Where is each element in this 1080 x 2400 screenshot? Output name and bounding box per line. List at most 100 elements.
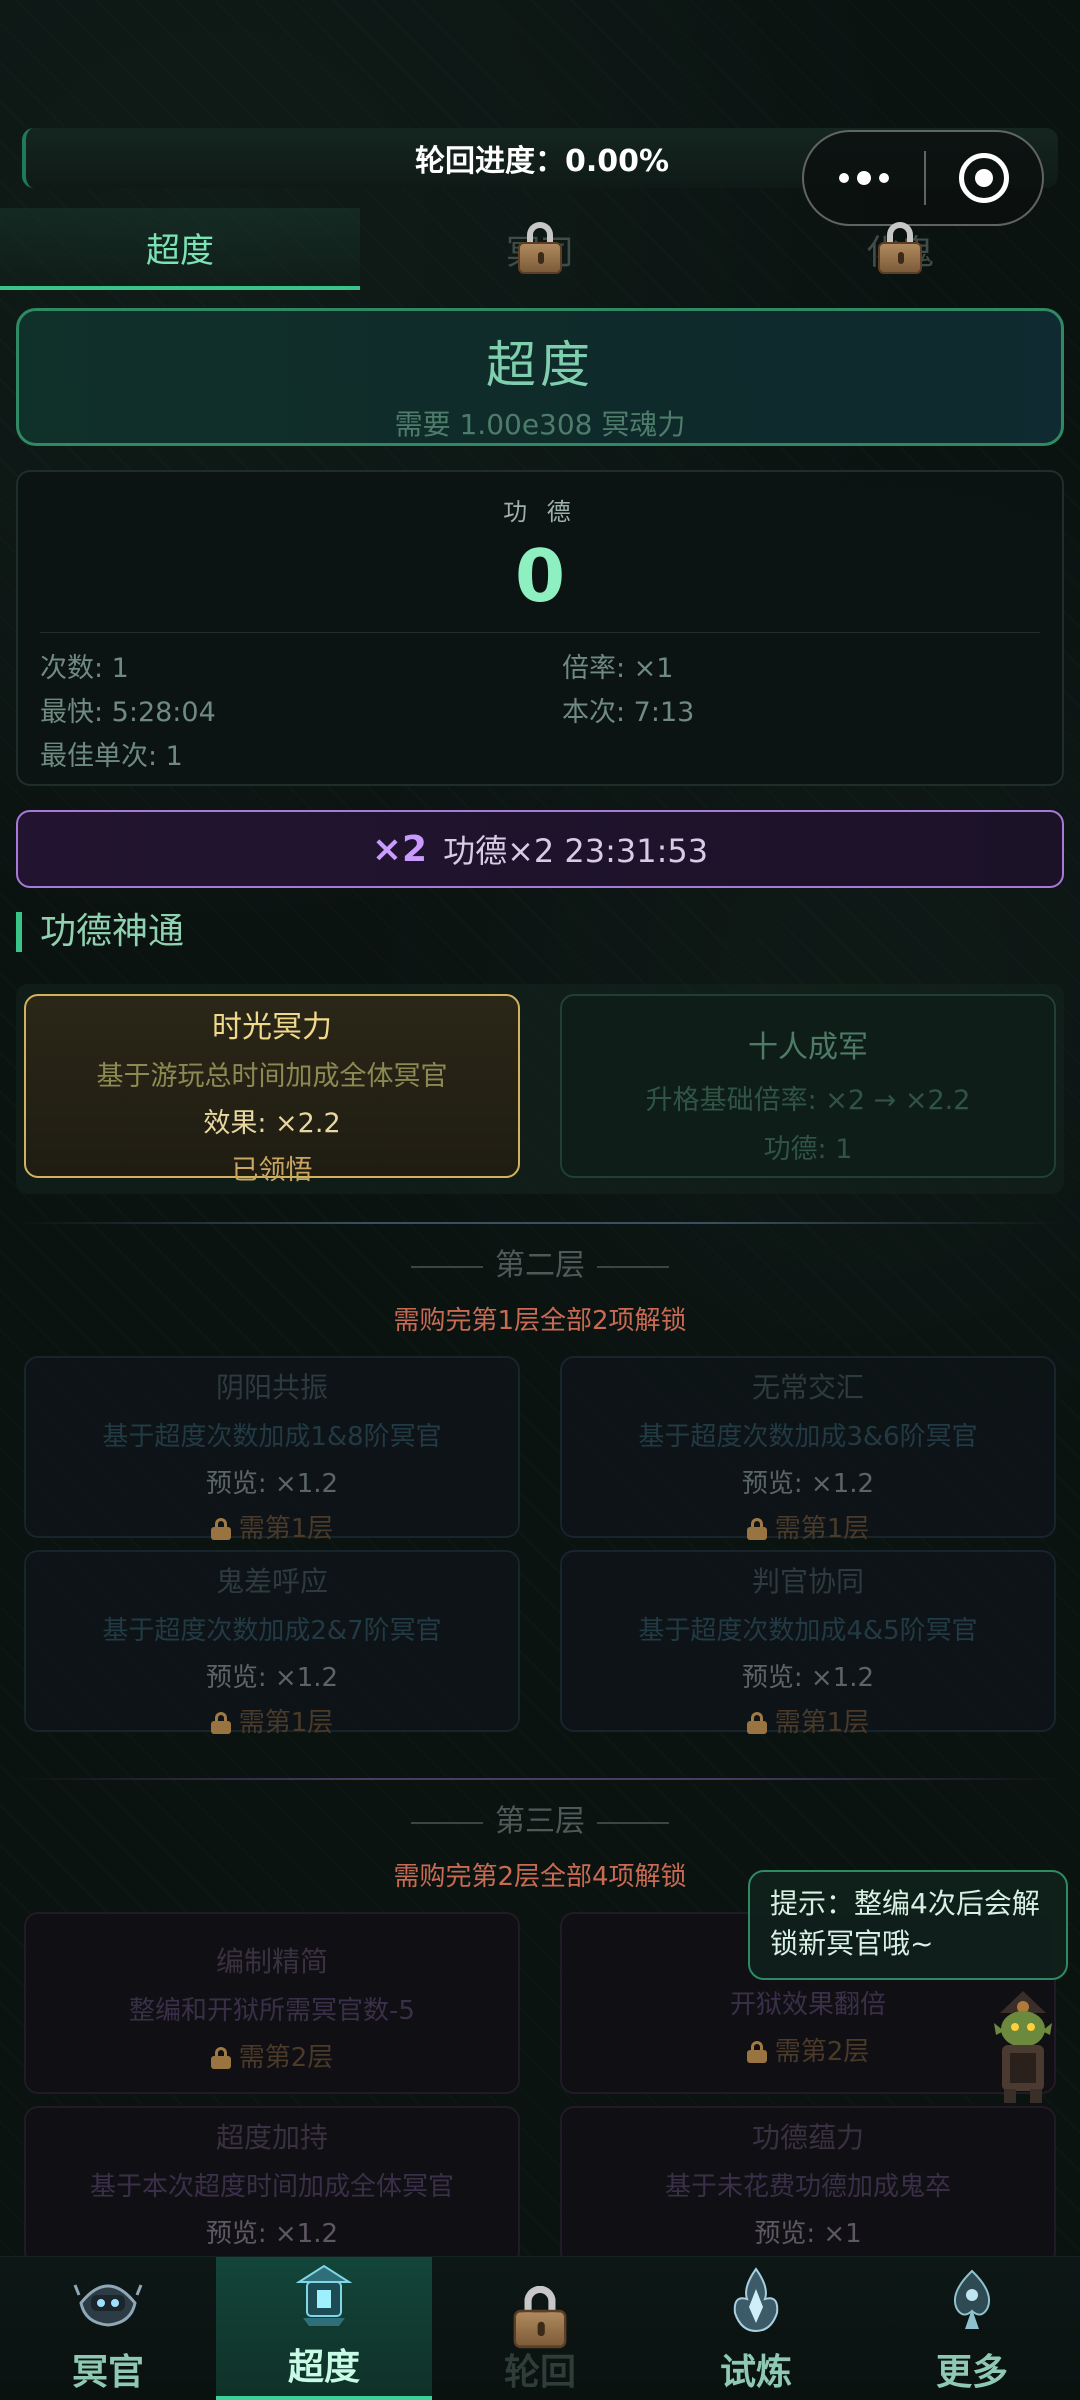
skull-ghost-icon: [73, 2284, 143, 2327]
top-tabs: 超度 冥司 化鬼: [0, 208, 1080, 290]
skill-name: 时光冥力: [212, 1010, 332, 1045]
merit-bonus-banner: ×2 功德×2 23:31:53: [16, 810, 1064, 888]
skill-desc: 基于超度次数加成3&6阶冥官: [638, 1422, 978, 1452]
dot-icon: [857, 171, 871, 185]
skill-desc: 整编和开狱所需冥官数-5: [129, 1996, 415, 2026]
stat-count: 次数: 1: [40, 653, 129, 684]
lock-icon: [210, 1712, 231, 1734]
skill-card-shiguang[interactable]: 时光冥力 基于游玩总时间加成全体冥官 效果: ×2.2 已领悟: [24, 994, 520, 1186]
skill-card-wuchang[interactable]: 无常交汇 基于超度次数加成3&6阶冥官 预览: ×1.2 需第1层: [560, 1356, 1056, 1544]
skill-card-panguan[interactable]: 判官协同 基于超度次数加成4&5阶冥官 预览: ×1.2 需第1层: [560, 1550, 1056, 1738]
skill-name: 无常交汇: [751, 1371, 864, 1404]
skill-lock-requirement: 需第1层: [26, 1508, 518, 1545]
chaodu-requirement: 需要 1.00e308 冥魂力: [394, 408, 686, 441]
section-title: 功德神通: [16, 912, 184, 952]
skill-preview: 预览: ×1.2: [205, 2219, 339, 2249]
skill-lock-requirement: 需第1层: [562, 1508, 1054, 1545]
skill-card-chaodu-jiachi[interactable]: 超度加持 基于本次超度时间加成全体冥官 预览: ×1.2: [24, 2106, 520, 2266]
skill-lock-requirement: 需第1层: [562, 1702, 1054, 1739]
skill-preview: 预览: ×1.2: [205, 1469, 339, 1499]
tier2-title: 第二层: [0, 1240, 1080, 1284]
skill-desc: 升格基础倍率: ×2 → ×2.2: [645, 1085, 971, 1116]
lock-icon: [518, 222, 562, 274]
skill-desc: 基于游玩总时间加成全体冥官: [96, 1061, 448, 1092]
nav-gengduo[interactable]: 更多: [864, 2257, 1080, 2400]
stat-rate: 倍率: ×1: [562, 653, 674, 684]
dot-icon: [879, 173, 889, 183]
lock-icon: [513, 2285, 567, 2349]
skill-desc: 基于超度次数加成1&8阶冥官: [102, 1422, 442, 1452]
bottom-navigation: 冥官 超度 轮回 试炼 更多: [0, 2256, 1080, 2400]
lock-icon: [210, 1518, 231, 1540]
lock-icon: [878, 222, 922, 274]
merit-label: 功 德: [503, 498, 577, 526]
tab-label: 超度: [146, 230, 214, 271]
nav-mingguan[interactable]: 冥官: [0, 2257, 216, 2400]
nav-label: 冥官: [71, 2352, 144, 2393]
skill-name: 十人成军: [748, 1030, 868, 1065]
bonus-text: 功德×2 23:31:53: [443, 832, 709, 870]
lantern-shrine-icon: [295, 2264, 353, 2326]
skill-lock-requirement: 需第2层: [26, 2037, 518, 2074]
merit-stats-panel: 功 德 0 次数: 1 倍率: ×1 最快: 5:28:04 本次: 7:13 …: [16, 470, 1064, 786]
tier-divider: [16, 1778, 1064, 1780]
skill-card-yinyang[interactable]: 阴阳共振 基于超度次数加成1&8阶冥官 预览: ×1.2 需第1层: [24, 1356, 520, 1544]
tier3-title: 第三层: [0, 1796, 1080, 1840]
stat-fastest: 最快: 5:28:04: [40, 697, 216, 728]
skill-name: 功德蕴力: [751, 2121, 864, 2154]
skill-desc: 基于超度次数加成2&7阶冥官: [102, 1616, 442, 1646]
nav-label: 更多: [935, 2352, 1008, 2393]
tier2-title-text: 第二层: [495, 1248, 585, 1283]
skill-effect: 效果: ×2.2: [203, 1108, 341, 1139]
skill-lock-requirement: 需第1层: [26, 1702, 518, 1739]
nav-label: 试炼: [719, 2352, 792, 2393]
flame-crystal-icon: [733, 2267, 779, 2333]
tier-divider: [16, 1222, 1064, 1224]
hint-bubble[interactable]: 提示：整编4次后会解锁新冥官哦~: [748, 1870, 1068, 1980]
divider: [40, 632, 1040, 633]
skill-desc: 基于本次超度时间加成全体冥官: [89, 2172, 454, 2202]
tab-chaodu[interactable]: 超度: [0, 208, 360, 290]
skill-preview: 预览: ×1: [754, 2219, 862, 2249]
skill-desc: 基于未花费功德加成鬼卒: [664, 2172, 951, 2202]
skill-preview: 预览: ×1.2: [205, 1663, 339, 1693]
hint-text: 提示：整编4次后会解锁新冥官哦~: [770, 1887, 1040, 1960]
skill-card-shiren[interactable]: 十人成军 升格基础倍率: ×2 → ×2.2 功德: 1: [560, 994, 1056, 1178]
bonus-badge: ×2: [371, 828, 428, 870]
chaodu-button[interactable]: 超度 需要 1.00e308 冥魂力: [16, 308, 1064, 446]
nav-label: 超度: [287, 2347, 360, 2388]
tier2-requirement: 需购完第1层全部2项解锁: [393, 1306, 687, 1336]
progress-label: 轮回进度：0.00%: [414, 144, 670, 179]
skill-preview: 预览: ×1.2: [741, 1469, 875, 1499]
skill-name: 编制精简: [215, 1945, 328, 1978]
tab-mingsi[interactable]: 冥司: [360, 208, 720, 290]
lock-icon: [746, 2041, 767, 2063]
spade-ornament-icon: [953, 2269, 991, 2329]
chaodu-title: 超度: [486, 336, 594, 394]
skill-name: 超度加持: [215, 2121, 328, 2154]
target-circle-icon: [959, 153, 1009, 203]
more-dots-button[interactable]: [804, 171, 924, 185]
merit-value: 0: [514, 534, 566, 618]
close-miniprogram-button[interactable]: [926, 153, 1042, 203]
stat-current: 本次: 7:13: [562, 697, 695, 728]
tab-huagui[interactable]: 化鬼: [720, 208, 1080, 290]
skill-name: 判官协同: [751, 1565, 864, 1598]
nav-lunhui[interactable]: 轮回: [432, 2257, 648, 2400]
tier3-title-text: 第三层: [495, 1804, 585, 1839]
lock-icon: [746, 1712, 767, 1734]
skill-name: 鬼差呼应: [215, 1565, 328, 1598]
skill-status: 已领悟: [231, 1155, 313, 1186]
lock-icon: [746, 1518, 767, 1540]
skill-card-bianzhi[interactable]: 编制精简 整编和开狱所需冥官数-5 需第2层: [24, 1912, 520, 2094]
dot-icon: [839, 173, 849, 183]
nav-chaodu[interactable]: 超度: [216, 2257, 432, 2400]
nav-shilian[interactable]: 试炼: [648, 2257, 864, 2400]
skill-name: 阴阳共振: [215, 1371, 328, 1404]
goblin-mascot-icon[interactable]: [980, 1985, 1066, 2105]
skill-card-guichai[interactable]: 鬼差呼应 基于超度次数加成2&7阶冥官 预览: ×1.2 需第1层: [24, 1550, 520, 1738]
skill-card-gongde-yunli[interactable]: 功德蕴力 基于未花费功德加成鬼卒 预览: ×1: [560, 2106, 1056, 2266]
lock-icon: [210, 2047, 231, 2069]
skill-cost: 功德: 1: [763, 1134, 853, 1165]
skill-desc: 基于超度次数加成4&5阶冥官: [638, 1616, 978, 1646]
